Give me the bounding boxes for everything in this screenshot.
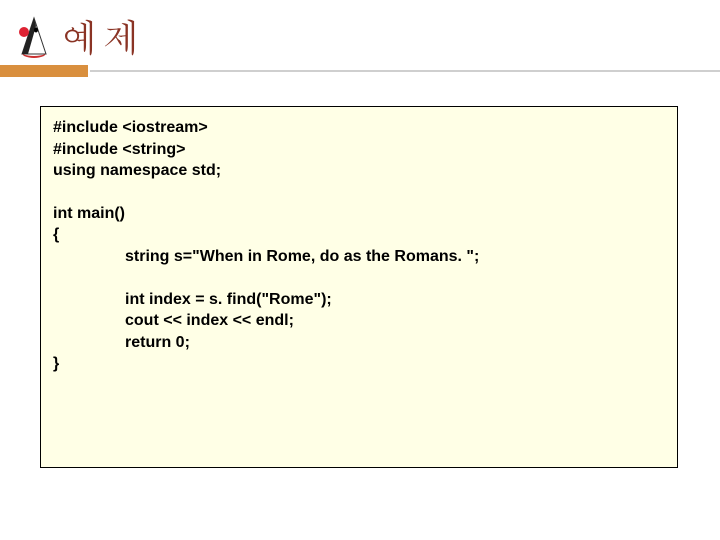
slide-header: 예제: [0, 0, 720, 62]
code-line: int index = s. find("Rome");: [53, 289, 665, 311]
code-line: string s="When in Rome, do as the Romans…: [53, 246, 665, 268]
code-line: #include <string>: [53, 139, 665, 161]
code-line: }: [53, 353, 665, 375]
code-block: #include <iostream> #include <string> us…: [40, 106, 678, 468]
slide-title: 예제: [60, 8, 144, 62]
blank-line: [53, 182, 665, 203]
title-divider: [0, 64, 720, 78]
code-line: #include <iostream>: [53, 117, 665, 139]
code-line: cout << index << endl;: [53, 310, 665, 332]
code-line: using namespace std;: [53, 160, 665, 182]
code-line: return 0;: [53, 332, 665, 354]
java-duke-icon: [14, 12, 54, 58]
blank-line: [53, 268, 665, 289]
code-line: int main(): [53, 203, 665, 225]
accent-bar: [0, 65, 88, 77]
code-line: {: [53, 224, 665, 246]
divider-line: [90, 70, 720, 72]
